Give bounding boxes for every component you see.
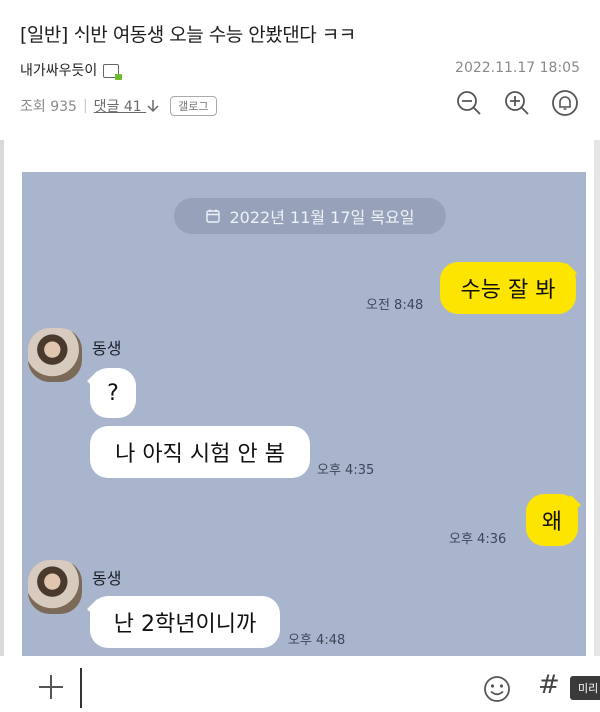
- arrow-down-icon: [147, 100, 159, 113]
- message-text: 왜: [541, 510, 563, 535]
- view-count: 조회 935: [20, 99, 77, 115]
- preview-tooltip: 미리: [570, 676, 600, 700]
- message-text: 난 2학년이니까: [113, 612, 257, 637]
- emoji-icon[interactable]: [482, 674, 512, 704]
- sender-name: 동생: [92, 569, 122, 588]
- post-date: 2022.11.17 18:05: [455, 60, 580, 76]
- comment-count-link[interactable]: 댓글 41: [94, 96, 160, 116]
- author-name[interactable]: 내가싸우듯이: [20, 60, 97, 80]
- message-time: 오후 4:35: [317, 463, 375, 478]
- date-divider: 2022년 11월 17일 목요일: [174, 198, 446, 234]
- post-title: [일반] ᄉᆡ반 여동생 오늘 수능 안봤댄다 ㅋㅋ: [20, 24, 356, 46]
- my-message-bubble[interactable]: 수능 잘 봐: [440, 262, 576, 314]
- chat-screenshot: 2022년 11월 17일 목요일 수능 잘 봐 오전 8:48 동생 ? 나 …: [22, 172, 586, 656]
- gallog-button[interactable]: 갤로그: [170, 96, 217, 116]
- sender-name: 동생: [92, 339, 122, 358]
- plus-icon[interactable]: [36, 672, 66, 702]
- hashtag-button[interactable]: #: [538, 670, 560, 700]
- meta-divider: |: [82, 98, 88, 114]
- post-meta: 조회 935 | 댓글 41 갤로그: [20, 96, 217, 116]
- message-input[interactable]: [80, 668, 82, 708]
- zoom-in-icon[interactable]: [502, 88, 532, 118]
- author-info[interactable]: 내가싸우듯이: [20, 60, 123, 80]
- other-message-bubble[interactable]: 난 2학년이니까: [90, 596, 280, 648]
- notification-bell-icon[interactable]: [550, 88, 580, 118]
- avatar[interactable]: [28, 328, 82, 382]
- message-text: 수능 잘 봐: [460, 278, 556, 303]
- message-text: 나 아직 시험 안 봄: [115, 442, 285, 467]
- message-text: ?: [107, 380, 119, 406]
- zoom-out-icon[interactable]: [454, 88, 484, 118]
- date-divider-text: 2022년 11월 17일 목요일: [229, 208, 415, 227]
- member-badge-icon: [103, 64, 123, 80]
- my-message-bubble[interactable]: 왜: [526, 494, 578, 546]
- comment-count[interactable]: 댓글 41: [94, 99, 142, 115]
- message-time: 오후 4:36: [449, 532, 507, 547]
- other-message-bubble[interactable]: 나 아직 시험 안 봄: [90, 426, 310, 478]
- post-header: [일반] ᄉᆡ반 여동생 오늘 수능 안봤댄다 ㅋㅋ 내가싸우듯이 2022.1…: [0, 0, 600, 140]
- avatar[interactable]: [28, 560, 82, 614]
- other-message-bubble[interactable]: ?: [90, 368, 136, 418]
- message-time: 오전 8:48: [366, 298, 424, 313]
- view-tools: [454, 88, 580, 118]
- calendar-icon: [206, 209, 221, 223]
- message-time: 오후 4:48: [288, 633, 346, 648]
